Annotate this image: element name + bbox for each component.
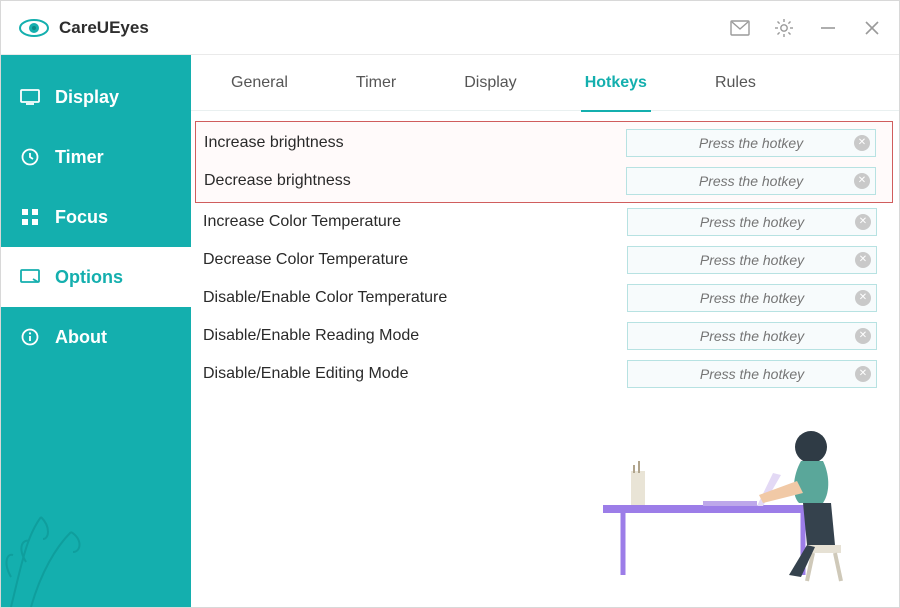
sidebar-item-options[interactable]: Options: [1, 247, 191, 307]
close-button[interactable]: [859, 15, 885, 41]
clear-icon[interactable]: ✕: [855, 252, 871, 268]
person-illustration-icon: [583, 395, 883, 595]
sidebar-item-display[interactable]: Display: [1, 67, 191, 127]
clear-icon[interactable]: ✕: [855, 366, 871, 382]
tab-display[interactable]: Display: [464, 55, 516, 111]
gear-icon[interactable]: [771, 15, 797, 41]
hotkey-input[interactable]: [627, 360, 877, 388]
hotkey-label: Decrease Color Temperature: [203, 251, 627, 269]
hotkey-input[interactable]: [627, 284, 877, 312]
sidebar-item-label: About: [55, 327, 107, 348]
tab-timer[interactable]: Timer: [356, 55, 396, 111]
hotkey-row: Disable/Enable Color Temperature ✕: [191, 279, 899, 317]
sidebar-item-focus[interactable]: Focus: [1, 187, 191, 247]
plant-decoration-icon: [1, 477, 191, 607]
minimize-button[interactable]: [815, 15, 841, 41]
sidebar-item-label: Options: [55, 267, 123, 288]
hotkey-label: Disable/Enable Reading Mode: [203, 327, 627, 345]
monitor-icon: [19, 89, 41, 105]
sidebar-item-label: Focus: [55, 207, 108, 228]
hotkey-input[interactable]: [626, 167, 876, 195]
tab-rules[interactable]: Rules: [715, 55, 756, 111]
app-logo: CareUEyes: [19, 17, 149, 39]
hotkey-highlight-group: Increase brightness ✕ Decrease brightnes…: [195, 121, 893, 203]
eye-icon: [19, 17, 49, 39]
tab-hotkeys[interactable]: Hotkeys: [585, 55, 647, 111]
clear-icon[interactable]: ✕: [855, 290, 871, 306]
hotkey-row: Increase brightness ✕: [196, 124, 892, 162]
sidebar-item-label: Display: [55, 87, 119, 108]
grid-icon: [19, 208, 41, 226]
sidebar: Display Timer Focus Options: [1, 55, 191, 607]
hotkey-group: Increase Color Temperature ✕ Decrease Co…: [191, 203, 899, 393]
sidebar-item-timer[interactable]: Timer: [1, 127, 191, 187]
tab-general[interactable]: General: [231, 55, 288, 111]
hotkey-input[interactable]: [627, 208, 877, 236]
info-icon: [19, 328, 41, 346]
app-window: CareUEyes Display: [0, 0, 900, 608]
hotkey-input[interactable]: [627, 246, 877, 274]
hotkey-row: Disable/Enable Editing Mode ✕: [191, 355, 899, 393]
clear-icon[interactable]: ✕: [854, 135, 870, 151]
hotkey-input[interactable]: [627, 322, 877, 350]
titlebar: CareUEyes: [1, 1, 899, 55]
sidebar-item-about[interactable]: About: [1, 307, 191, 367]
hotkey-list: Increase brightness ✕ Decrease brightnes…: [191, 111, 899, 393]
feedback-icon[interactable]: [727, 15, 753, 41]
clear-icon[interactable]: ✕: [855, 328, 871, 344]
clear-icon[interactable]: ✕: [855, 214, 871, 230]
hotkey-row: Decrease Color Temperature ✕: [191, 241, 899, 279]
main-panel: General Timer Display Hotkeys Rules Incr…: [191, 55, 899, 607]
hotkey-label: Increase brightness: [204, 134, 626, 152]
app-name: CareUEyes: [59, 18, 149, 38]
hotkey-label: Decrease brightness: [204, 172, 626, 190]
hotkey-label: Increase Color Temperature: [203, 213, 627, 231]
hotkey-row: Decrease brightness ✕: [196, 162, 892, 200]
options-icon: [19, 269, 41, 285]
sidebar-item-label: Timer: [55, 147, 104, 168]
clock-icon: [19, 148, 41, 166]
hotkey-row: Increase Color Temperature ✕: [191, 203, 899, 241]
title-controls: [727, 15, 885, 41]
hotkey-row: Disable/Enable Reading Mode ✕: [191, 317, 899, 355]
clear-icon[interactable]: ✕: [854, 173, 870, 189]
hotkey-input[interactable]: [626, 129, 876, 157]
hotkey-label: Disable/Enable Editing Mode: [203, 365, 627, 383]
hotkey-label: Disable/Enable Color Temperature: [203, 289, 627, 307]
tabs: General Timer Display Hotkeys Rules: [191, 55, 899, 111]
